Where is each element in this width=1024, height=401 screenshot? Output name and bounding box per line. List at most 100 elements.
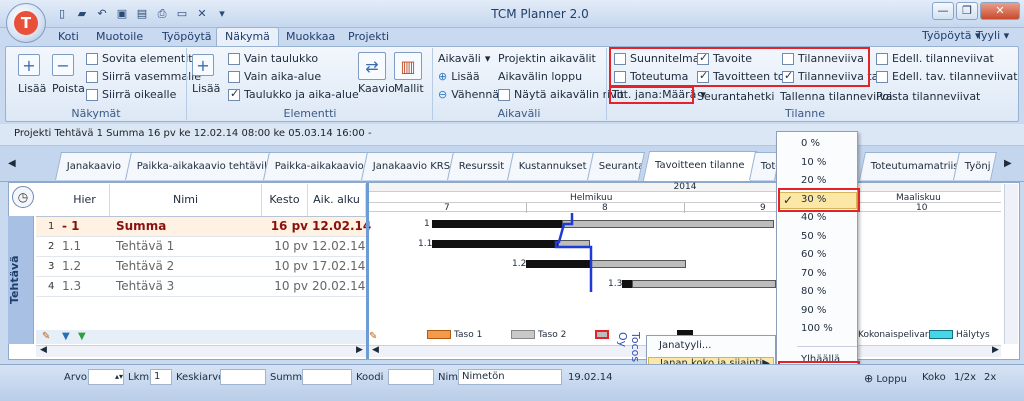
new-icon[interactable]: ▯ [54, 6, 70, 22]
remove-status-lines-button[interactable]: Poista tilanneviivat [876, 90, 980, 103]
close-button[interactable]: ✕ [980, 2, 1020, 20]
project-intervals-button[interactable]: Projektin aikavälit [498, 52, 596, 65]
target-actual-checkbox[interactable] [697, 69, 709, 83]
close-file-icon[interactable]: ✕ [194, 6, 210, 22]
target-actual-option[interactable]: Tavoitteen tot. [697, 69, 792, 83]
prev-status-lines-option[interactable]: Edell. tilanneviivat [876, 52, 994, 65]
submenu-item-position[interactable]: Ylhäällä [801, 354, 840, 365]
add-view-button[interactable]: + Lisää [18, 54, 46, 95]
only-time-option[interactable]: Vain aika-alue [228, 70, 321, 83]
only-table-checkbox[interactable] [228, 52, 240, 65]
submenu-item-percent[interactable]: 50 % [801, 231, 826, 242]
gantt-vscrollbar[interactable] [1004, 184, 1018, 344]
status-arvo-spinner[interactable]: ▴▾ [88, 369, 124, 385]
customize-dropdown-icon[interactable]: ▾ [214, 6, 230, 22]
legend-item-selected[interactable] [595, 330, 612, 340]
menu-item-bar-style[interactable]: Janatyyli... [659, 340, 711, 351]
tab-projekti[interactable]: Projekti [340, 28, 397, 46]
save-as-icon[interactable]: ▤ [134, 6, 150, 22]
fit-elements-button[interactable]: Sovita elementit [86, 52, 193, 65]
submenu-item-percent[interactable]: 80 % [801, 286, 826, 297]
interval-dropdown[interactable]: Aikaväli ▾ [438, 52, 490, 65]
print-icon[interactable]: ⎙ [154, 6, 170, 22]
table-and-time-checkbox[interactable] [228, 87, 240, 101]
gantt-scroll-left-icon[interactable]: ◀ [372, 345, 379, 355]
tab-muotoile[interactable]: Muotoile [88, 28, 151, 46]
status-summa-field[interactable] [302, 369, 352, 385]
target-checkbox[interactable] [697, 51, 709, 65]
filter-icon[interactable]: ▼ [62, 331, 70, 342]
view-tab-tavoitteen-tilanne[interactable]: Tavoitteen tilanne [642, 151, 757, 181]
submenu-item-percent[interactable]: 30 % [801, 194, 826, 205]
tab-nakyma[interactable]: Näkymä [216, 27, 279, 47]
grid-hscrollbar[interactable] [36, 345, 366, 357]
submenu-item-percent[interactable]: 10 % [801, 157, 826, 168]
view-tab-kustannukset[interactable]: Kustannukset [507, 152, 599, 180]
plan-checkbox[interactable] [614, 52, 626, 65]
col-header-hier[interactable]: Hier [60, 184, 110, 216]
submenu-item-percent[interactable]: 100 % [801, 323, 833, 334]
submenu-item-percent[interactable]: 0 % [801, 138, 820, 149]
status-line-target-option[interactable]: Tilanneviiva tav. [782, 69, 888, 83]
submenu-item-percent[interactable]: 60 % [801, 249, 826, 260]
show-interval-rows-checkbox[interactable] [498, 88, 510, 101]
only-time-checkbox[interactable] [228, 70, 240, 83]
status-line-checkbox[interactable] [782, 52, 794, 65]
view-tab-tyonjohto[interactable]: Työnj [953, 152, 997, 180]
remove-view-button[interactable]: − Poista [52, 54, 85, 95]
move-right-button[interactable]: Siirrä oikealle [86, 88, 176, 101]
app-menu-button[interactable]: T [6, 3, 46, 43]
save-icon[interactable]: ▣ [114, 6, 130, 22]
templates-button[interactable]: ▥ Mallit [394, 52, 424, 95]
prev-status-lines-checkbox[interactable] [876, 52, 888, 65]
status-line-target-checkbox[interactable] [782, 69, 794, 83]
tab-muokkaa[interactable]: Muokkaa [278, 28, 343, 46]
interval-end-button[interactable]: Aikavälin loppu [498, 70, 582, 83]
view-tab-resurssit[interactable]: Resurssit [447, 152, 517, 180]
tabs-scroll-left-icon[interactable]: ◀ [8, 158, 16, 169]
status-nimi-field[interactable]: Nimetön [458, 369, 562, 385]
half-zoom-button[interactable]: 1/2x [954, 372, 976, 383]
table-row[interactable]: 3 1.2 Tehtävä 2 10 pv 17.02.14 [36, 257, 366, 277]
submenu-item-percent[interactable]: 70 % [801, 268, 826, 279]
bar-amount-dropdown[interactable]: Tot. jana:Määrä ▾ [612, 88, 706, 101]
submenu-item-percent[interactable]: 40 % [801, 212, 826, 223]
restore-button[interactable]: ❐ [956, 2, 978, 20]
col-header-name[interactable]: Nimi [110, 184, 262, 216]
status-keskiarvo-field[interactable] [220, 369, 266, 385]
style-menu[interactable]: Tyyli ▾ [976, 29, 1009, 42]
clock-icon[interactable]: ◷ [12, 186, 34, 208]
prev-target-status-lines-checkbox[interactable] [876, 70, 888, 83]
target-option[interactable]: Tavoite [697, 51, 752, 65]
view-tab-janakaavio[interactable]: Janakaavio [55, 152, 134, 180]
brush-icon[interactable]: ✎ [42, 331, 50, 342]
folder-icon[interactable]: ▭ [174, 6, 190, 22]
status-koodi-field[interactable] [388, 369, 434, 385]
table-row[interactable]: 1- 1 Summa 16 pv 12.02.14 [36, 217, 371, 237]
scroll-left-icon[interactable]: ◀ [40, 345, 47, 355]
workspace-menu[interactable]: Työpöytä ▾ [922, 29, 981, 42]
move-left-button[interactable]: Siirrä vasemmalle [86, 70, 201, 83]
actual-checkbox[interactable] [614, 70, 626, 83]
view-tab-paikka-aika[interactable]: Paikka-aikakaavio [263, 152, 376, 180]
double-zoom-button[interactable]: 2x [984, 372, 996, 383]
chart-button[interactable]: ⇄ Kaavio [358, 52, 395, 95]
minimize-button[interactable]: — [932, 2, 954, 20]
open-folder-icon[interactable]: ▰ [74, 6, 90, 22]
tab-koti[interactable]: Koti [50, 28, 87, 46]
full-size-button[interactable]: Koko [922, 372, 946, 383]
add-element-button[interactable]: + Lisää [192, 54, 220, 95]
tabs-scroll-right-icon[interactable]: ▶ [1004, 158, 1012, 169]
prev-target-status-lines-option[interactable]: Edell. tav. tilanneviivat [876, 70, 1018, 83]
go-end-button[interactable]: ⊕ Loppu [864, 372, 907, 385]
legend-brush-icon[interactable]: ✎ [369, 331, 377, 342]
plan-option[interactable]: Suunnitelma [614, 52, 700, 65]
scroll-right-icon[interactable]: ▶ [356, 345, 363, 355]
tracking-moment-button[interactable]: Seurantahetki [697, 90, 775, 103]
table-row[interactable]: 4 1.3 Tehtävä 3 10 pv 20.02.14 [36, 277, 366, 297]
tab-tyopoyta[interactable]: Työpöytä [154, 28, 220, 46]
filter-add-icon[interactable]: ▼ [78, 331, 86, 342]
undo-icon[interactable]: ↶ [94, 6, 110, 22]
col-header-start[interactable]: Aik. alku [308, 184, 366, 216]
only-table-option[interactable]: Vain taulukko [228, 52, 318, 65]
